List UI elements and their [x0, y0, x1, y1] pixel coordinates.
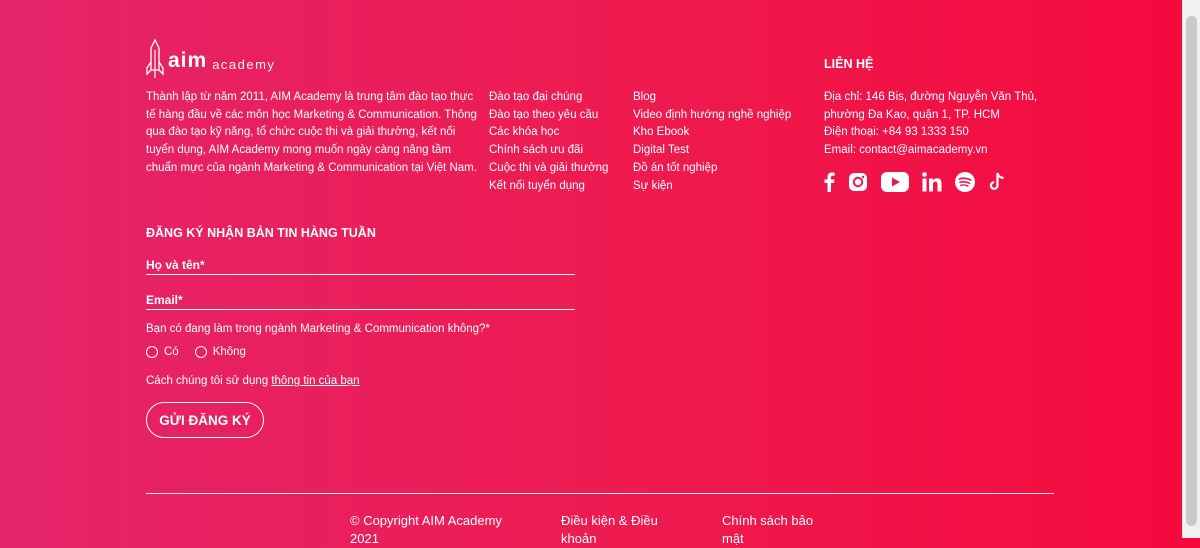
footer-link[interactable]: Kết nối tuyển dụng [489, 178, 608, 196]
contact-heading: LIÊN HỆ [824, 57, 874, 71]
newsletter-heading: ĐĂNG KÝ NHẬN BẢN TIN HÀNG TUẦN [146, 226, 376, 240]
tiktok-icon[interactable] [988, 170, 1006, 194]
aim-academy-logo[interactable]: aim academy [146, 38, 275, 80]
privacy-link[interactable]: thông tin của bạn [271, 375, 359, 387]
vertical-scrollbar[interactable] [1182, 0, 1200, 538]
email-input[interactable] [146, 291, 575, 309]
footer-divider [146, 493, 1054, 494]
youtube-icon[interactable] [881, 170, 909, 194]
contact-phone[interactable]: Điện thoại: +84 93 1333 150 [824, 124, 1064, 142]
name-field-container [146, 256, 575, 275]
footer-link[interactable]: Các khóa học [489, 124, 608, 142]
radio-no-label: Không [212, 346, 246, 358]
instagram-icon[interactable] [848, 170, 868, 194]
footer-link[interactable]: Đào tạo đại chúng [489, 89, 608, 107]
radio-yes-label: Có [164, 346, 179, 358]
radio-no[interactable]: Không [194, 346, 246, 358]
radio-circle[interactable] [194, 346, 207, 358]
privacy-prefix: Cách chúng tôi sử dụng [146, 375, 272, 387]
industry-radio-group: Có Không [146, 346, 262, 358]
name-input[interactable] [146, 256, 575, 274]
email-field-container [146, 291, 575, 310]
radio-yes[interactable]: Có [146, 346, 179, 358]
contact-email[interactable]: Email: contact@aimacademy.vn [824, 142, 1064, 160]
footer-link[interactable]: Đồ án tốt nghiệp [633, 160, 791, 178]
spotify-icon[interactable] [955, 170, 975, 194]
linkedin-icon[interactable] [922, 170, 942, 194]
industry-question: Bạn có đang làm trong ngành Marketing & … [146, 323, 490, 335]
privacy-policy-link[interactable]: Chính sách bảo mật [722, 512, 832, 548]
footer-link[interactable]: Đào tạo theo yêu cầu [489, 107, 608, 125]
footer-link[interactable]: Kho Ebook [633, 124, 791, 142]
footer-link[interactable]: Cuộc thi và giải thưởng [489, 160, 608, 178]
footer-link[interactable]: Chính sách ưu đãi [489, 142, 608, 160]
footer-link[interactable]: Video định hướng nghề nghiệp [633, 107, 791, 125]
contact-info: Địa chỉ: 146 Bis, đường Nguyễn Văn Thủ, … [824, 89, 1064, 160]
copyright-text: © Copyright AIM Academy 2021 [350, 513, 502, 546]
radio-circle[interactable] [146, 346, 158, 358]
contact-address: Địa chỉ: 146 Bis, đường Nguyễn Văn Thủ, … [824, 91, 1038, 121]
footer-links-training: Đào tạo đại chúng Đào tạo theo yêu cầu C… [489, 89, 608, 195]
logo-academy-text: academy [212, 57, 276, 72]
privacy-note: Cách chúng tôi sử dụng thông tin của bạn [146, 375, 360, 387]
scrollbar-thumb[interactable] [1186, 16, 1197, 526]
footer-link[interactable]: Blog [633, 89, 791, 107]
footer-links-resources: Blog Video định hướng nghề nghiệp Kho Eb… [633, 89, 791, 195]
footer-link[interactable]: Sự kiện [633, 178, 791, 196]
facebook-icon[interactable] [824, 170, 835, 194]
logo-aim-text: aim [168, 49, 208, 72]
submit-subscribe-button[interactable]: GỬI ĐĂNG KÝ [146, 402, 264, 438]
about-description: Thành lập từ năm 2011, AIM Academy là tr… [146, 91, 477, 174]
footer-link[interactable]: Digital Test [633, 142, 791, 160]
rocket-logo-icon [146, 38, 164, 78]
social-icons [824, 170, 1019, 194]
terms-link[interactable]: Điều kiện & Điều khoản [561, 512, 681, 548]
